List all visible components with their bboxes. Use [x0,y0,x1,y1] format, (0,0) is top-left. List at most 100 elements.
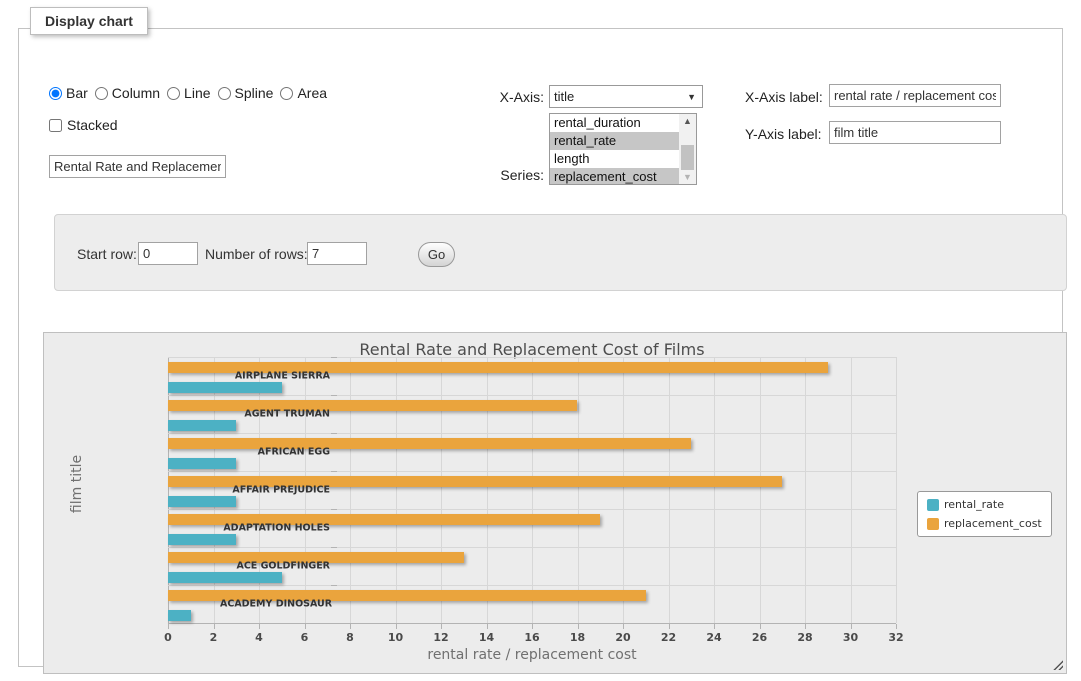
num-rows-input[interactable] [307,242,367,265]
legend-label: rental_rate [944,498,1004,511]
chart-type-option-label: Column [112,85,160,101]
x-tick-label: 24 [699,631,729,644]
bar-rental_rate[interactable] [168,458,236,469]
x-tick-mark [259,624,260,629]
category-label: ADAPTATION HOLES [220,523,330,534]
x-tick-label: 18 [563,631,593,644]
y-tick-mark [331,509,337,510]
x-tick-mark [669,624,670,629]
chart-type-radiogroup: BarColumnLineSplineArea [49,85,327,101]
chart-type-option-label: Bar [66,85,88,101]
x-axis-select-label: X-Axis: [485,89,544,105]
bar-rental_rate[interactable] [168,572,282,583]
x-tick-mark [851,624,852,629]
series-listbox[interactable]: rental_durationrental_ratelengthreplacem… [549,113,697,185]
gridline-vertical [896,357,897,623]
x-tick-label: 32 [881,631,911,644]
x-tick-mark [487,624,488,629]
fieldset-legend: Display chart [30,7,148,35]
x-tick-label: 8 [335,631,365,644]
legend-label: replacement_cost [944,517,1042,530]
category-label: AGENT TRUMAN [220,409,330,420]
chart-type-option-bar: Bar [49,85,88,101]
series-select-label: Series: [485,167,544,183]
legend-item-rental_rate[interactable]: rental_rate [927,498,1042,511]
gridline-vertical [441,357,442,623]
gridline-vertical [532,357,533,623]
x-tick-mark [305,624,306,629]
stacked-checkbox[interactable] [49,119,62,132]
x-axis-selected-value: title [554,89,574,104]
chart-panel: Rental Rate and Replacement Cost of Film… [43,332,1067,674]
series-option-replacement_cost[interactable]: replacement_cost [550,168,679,185]
legend-swatch-icon [927,499,939,511]
chevron-down-icon: ▼ [687,92,696,102]
gridline-horizontal [168,395,896,396]
series-option-length[interactable]: length [550,150,679,168]
x-tick-mark [578,624,579,629]
gridline-horizontal [168,547,896,548]
x-tick-label: 10 [381,631,411,644]
bar-rental_rate[interactable] [168,496,236,507]
scroll-down-icon[interactable]: ▼ [679,170,696,184]
series-option-rental_rate[interactable]: rental_rate [550,132,679,150]
go-button[interactable]: Go [418,242,455,267]
gridline-vertical [669,357,670,623]
x-tick-mark [350,624,351,629]
x-tick-label: 12 [426,631,456,644]
gridline-horizontal [168,433,896,434]
gridline-vertical [350,357,351,623]
category-label: AIRPLANE SIERRA [220,371,330,382]
gridline-horizontal [168,585,896,586]
chart-type-radio-area[interactable] [280,87,293,100]
x-tick-mark [714,624,715,629]
bar-rental_rate[interactable] [168,382,282,393]
series-option-rental_duration[interactable]: rental_duration [550,114,679,132]
gridline-horizontal [168,471,896,472]
gridline-vertical [623,357,624,623]
gridline-horizontal [168,509,896,510]
x-axis-label-input[interactable] [829,84,1001,107]
x-tick-label: 22 [654,631,684,644]
chart-title-input[interactable] [49,155,226,178]
num-rows-label: Number of rows: [205,246,308,262]
legend-item-replacement_cost[interactable]: replacement_cost [927,517,1042,530]
y-axis-label-input[interactable] [829,121,1001,144]
x-tick-label: 6 [290,631,320,644]
x-tick-mark [760,624,761,629]
x-tick-label: 2 [199,631,229,644]
bar-rental_rate[interactable] [168,534,236,545]
stacked-label: Stacked [67,117,118,133]
x-tick-mark [896,624,897,629]
category-label: ACADEMY DINOSAUR [220,599,330,610]
start-row-input[interactable] [138,242,198,265]
x-tick-mark [214,624,215,629]
category-label: AFRICAN EGG [220,447,330,458]
scroll-up-icon[interactable]: ▲ [679,114,696,128]
chart-type-option-spline: Spline [218,85,274,101]
bar-rental_rate[interactable] [168,610,191,621]
scrollbar[interactable]: ▲ ▼ [679,114,696,184]
gridline-vertical [851,357,852,623]
y-tick-mark [331,357,337,358]
chart-type-radio-spline[interactable] [218,87,231,100]
x-tick-mark [805,624,806,629]
gridline-vertical [214,357,215,623]
gridline-vertical [805,357,806,623]
resize-grip-icon[interactable] [1052,659,1063,670]
x-axis-select[interactable]: title ▼ [549,85,703,108]
chart-type-option-area: Area [280,85,327,101]
chart-type-radio-bar[interactable] [49,87,62,100]
x-axis-title: rental rate / replacement cost [168,647,896,663]
legend-swatch-icon [927,518,939,530]
bar-rental_rate[interactable] [168,420,236,431]
x-tick-label: 20 [608,631,638,644]
chart-type-radio-column[interactable] [95,87,108,100]
x-tick-label: 4 [244,631,274,644]
y-tick-mark [331,623,337,624]
scrollbar-thumb[interactable] [681,145,694,170]
category-label: AFFAIR PREJUDICE [220,485,330,496]
chart-type-radio-line[interactable] [167,87,180,100]
gridline-vertical [487,357,488,623]
rows-panel: Start row: Number of rows: Go [54,214,1067,291]
